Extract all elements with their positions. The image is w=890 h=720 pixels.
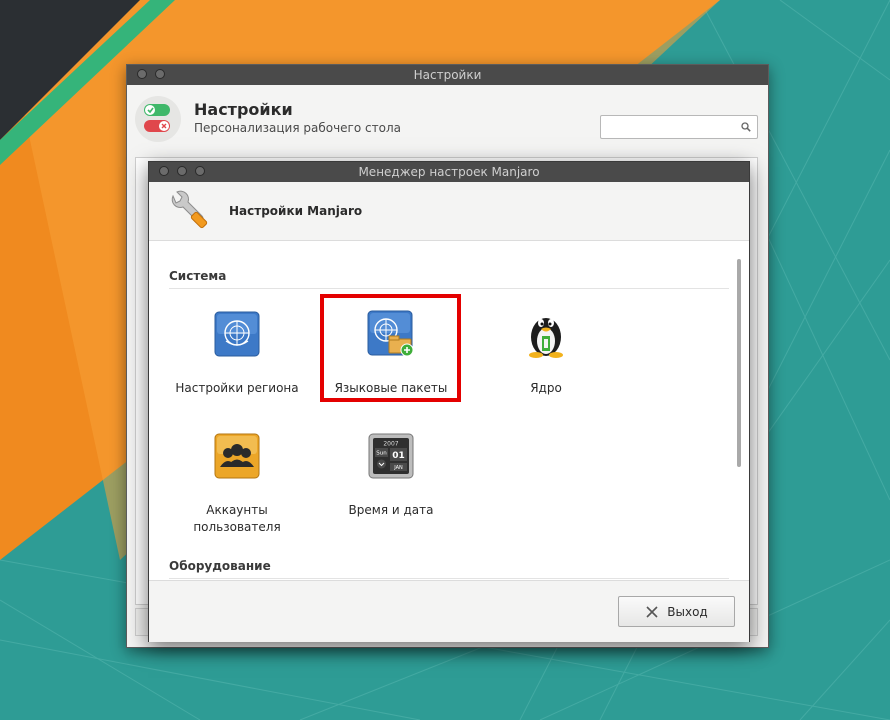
window-minimize-button[interactable] xyxy=(177,166,187,176)
close-icon xyxy=(646,605,658,618)
wrench-icon xyxy=(171,190,208,229)
calendar-month: JAN xyxy=(393,465,403,471)
module-label: Настройки региона xyxy=(175,381,299,395)
module-label: Ядро xyxy=(530,381,562,395)
section-divider xyxy=(169,578,729,579)
exit-button-label: Выход xyxy=(667,604,708,619)
manjaro-footer: Выход xyxy=(149,580,749,642)
window-close-button[interactable] xyxy=(159,166,169,176)
calendar-icon: 2007 Sun 01 JAN xyxy=(368,433,414,479)
modules-list: Система Настройки региона Языковые пакет… xyxy=(149,241,749,580)
module-region-settings[interactable]: Настройки региона xyxy=(167,310,307,397)
search-icon xyxy=(741,122,751,132)
module-language-packages[interactable]: Языковые пакеты xyxy=(321,310,461,397)
window-minimize-button[interactable] xyxy=(155,69,165,79)
module-label: Аккаунты пользователя xyxy=(193,503,281,534)
search-box[interactable] xyxy=(600,115,758,139)
calendar-day-name: Sun xyxy=(376,451,387,457)
section-title-system: Система xyxy=(169,269,227,283)
tux-icon xyxy=(529,318,563,358)
section-divider xyxy=(169,288,729,289)
settings-header-title: Настройки xyxy=(194,100,293,119)
calendar-year: 2007 xyxy=(383,441,398,448)
manjaro-window-titlebar[interactable]: Менеджер настроек Manjaro xyxy=(149,162,749,182)
scrollbar-thumb[interactable] xyxy=(737,259,741,467)
module-kernel[interactable]: Ядро xyxy=(476,310,616,397)
settings-window-titlebar[interactable]: Настройки xyxy=(127,65,768,85)
module-user-accounts[interactable]: Аккаунты пользователя xyxy=(167,432,307,536)
search-input[interactable] xyxy=(605,117,739,139)
window-maximize-button[interactable] xyxy=(195,166,205,176)
settings-window-title: Настройки xyxy=(413,68,482,82)
settings-header: Настройки Персонализация рабочего стола xyxy=(127,85,768,151)
manjaro-window-title: Менеджер настроек Manjaro xyxy=(358,165,540,179)
calendar-day: 01 xyxy=(392,451,405,461)
window-close-button[interactable] xyxy=(137,69,147,79)
modules-scrollbar[interactable] xyxy=(736,241,743,580)
settings-header-subtitle: Персонализация рабочего стола xyxy=(194,121,401,135)
exit-button[interactable]: Выход xyxy=(618,596,735,627)
manjaro-header-title: Настройки Manjaro xyxy=(229,204,363,218)
language-packages-icon xyxy=(367,310,414,357)
manjaro-header: Настройки Manjaro xyxy=(149,182,749,241)
toggle-switches-icon xyxy=(135,96,181,142)
globe-icon xyxy=(214,311,260,357)
module-time-and-date[interactable]: 2007 Sun 01 JAN Время и дата xyxy=(321,432,461,519)
module-label: Языковые пакеты xyxy=(334,381,448,395)
section-title-hardware: Оборудование xyxy=(169,559,271,573)
manjaro-settings-manager-window: Менеджер настроек Manjaro Настройки Manj… xyxy=(148,161,750,642)
users-icon xyxy=(214,433,260,479)
module-label: Время и дата xyxy=(348,503,434,517)
